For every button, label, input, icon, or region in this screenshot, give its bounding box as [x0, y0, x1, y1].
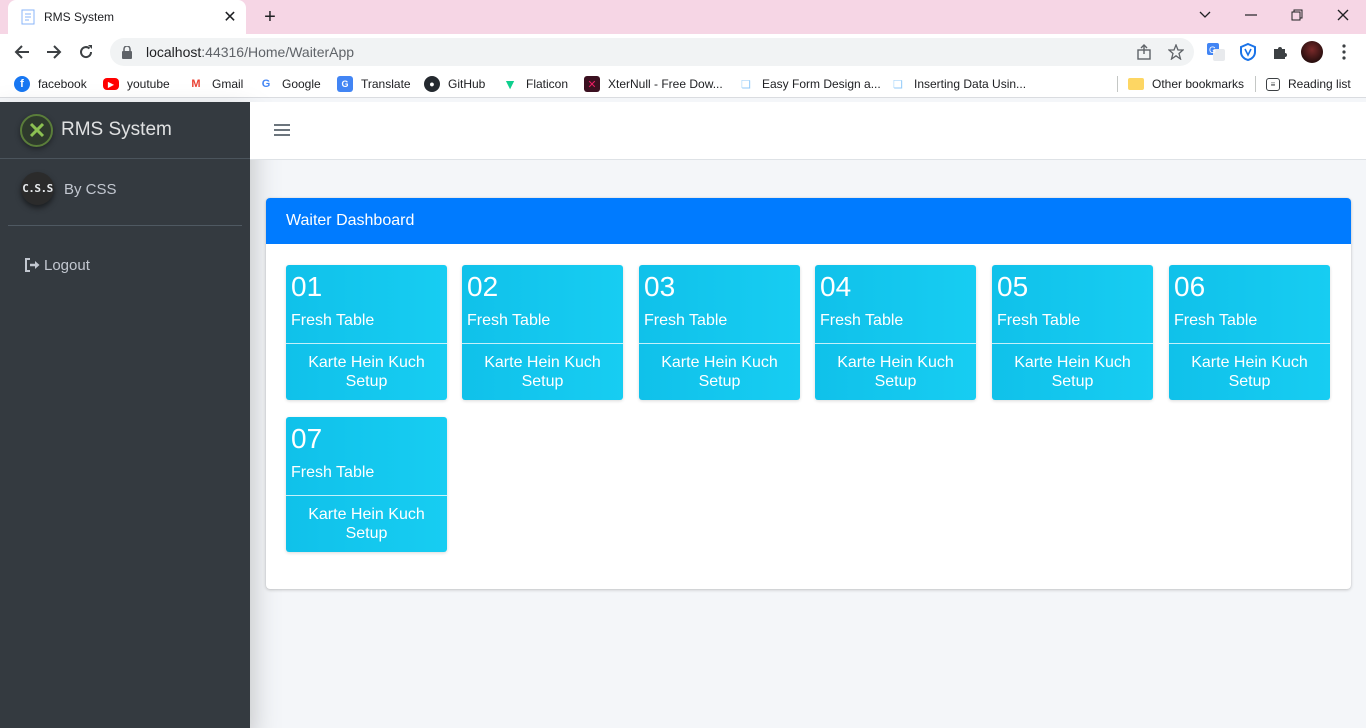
- table-tile-01[interactable]: 01 Fresh Table Karte Hein Kuch Setup: [286, 265, 447, 400]
- address-bar[interactable]: localhost:44316/Home/WaiterApp: [110, 38, 1194, 66]
- table-tile-06[interactable]: 06 Fresh Table Karte Hein Kuch Setup: [1169, 265, 1330, 400]
- table-setup-link[interactable]: Karte Hein Kuch Setup: [992, 343, 1153, 400]
- github-icon: ●: [424, 76, 440, 92]
- star-icon[interactable]: [1162, 38, 1190, 66]
- browser-tab-title: RMS System: [44, 10, 115, 24]
- page-icon: ❏: [741, 78, 751, 91]
- chevron-down-icon[interactable]: [1182, 0, 1228, 30]
- gmail-icon: M: [191, 78, 201, 90]
- avatar: C.S.S: [21, 172, 54, 205]
- user-panel: C.S.S By CSS: [8, 172, 242, 226]
- brand-link[interactable]: RMS System: [0, 102, 250, 159]
- bookmarks-bar: f facebook ▶ youtube M Gmail G Google G …: [0, 70, 1366, 98]
- table-number: 02: [467, 271, 499, 302]
- user-name[interactable]: By CSS: [64, 181, 117, 198]
- sidebar-item-logout[interactable]: Logout: [8, 245, 242, 285]
- bookmarks-divider: [1117, 76, 1118, 92]
- reading-list-icon: ≡: [1266, 77, 1280, 91]
- bookmark-github[interactable]: ● GitHub: [424, 74, 485, 94]
- close-window-icon[interactable]: [1320, 0, 1366, 30]
- table-tile-04[interactable]: 04 Fresh Table Karte Hein Kuch Setup: [815, 265, 976, 400]
- bookmark-gmail[interactable]: M Gmail: [188, 74, 243, 94]
- lock-icon[interactable]: [120, 45, 134, 59]
- sidebar-item-label: Logout: [44, 256, 90, 274]
- folder-icon: [1128, 78, 1144, 90]
- plus-icon[interactable]: +: [258, 5, 282, 29]
- table-number: 01: [291, 271, 323, 302]
- table-status: Fresh Table: [291, 312, 375, 329]
- browser-tab-strip: RMS System ✕ +: [0, 0, 1366, 34]
- browser-toolbar: localhost:44316/Home/WaiterApp G: [0, 34, 1366, 70]
- hamburger-menu-icon[interactable]: [272, 120, 292, 140]
- table-number: 05: [997, 271, 1029, 302]
- table-tile-03[interactable]: 03 Fresh Table Karte Hein Kuch Setup: [639, 265, 800, 400]
- table-setup-link[interactable]: Karte Hein Kuch Setup: [286, 495, 447, 552]
- table-tile-02[interactable]: 02 Fresh Table Karte Hein Kuch Setup: [462, 265, 623, 400]
- top-navbar: [250, 102, 1366, 160]
- facebook-icon: f: [14, 76, 30, 92]
- bookmark-google[interactable]: G Google: [258, 74, 321, 94]
- bookmark-easy-form[interactable]: ❏ Easy Form Design a...: [738, 74, 881, 94]
- svg-text:G: G: [1209, 45, 1216, 55]
- card-title: Waiter Dashboard: [266, 198, 1351, 244]
- table-number: 07: [291, 423, 323, 454]
- browser-tab[interactable]: RMS System ✕: [8, 0, 246, 34]
- more-menu-icon[interactable]: [1332, 40, 1356, 64]
- puzzle-icon[interactable]: [1268, 40, 1292, 64]
- table-status: Fresh Table: [820, 312, 904, 329]
- profile-avatar[interactable]: [1300, 40, 1324, 64]
- sign-out-icon: [24, 258, 40, 272]
- reading-list[interactable]: ≡ Reading list: [1266, 74, 1351, 94]
- table-number: 06: [1174, 271, 1206, 302]
- table-status: Fresh Table: [291, 464, 375, 481]
- table-setup-link[interactable]: Karte Hein Kuch Setup: [286, 343, 447, 400]
- bookmark-inserting-data[interactable]: ❏ Inserting Data Usin...: [890, 74, 1026, 94]
- brand-text: RMS System: [61, 119, 172, 140]
- bookmark-youtube[interactable]: ▶ youtube: [103, 74, 170, 94]
- table-setup-link[interactable]: Karte Hein Kuch Setup: [639, 343, 800, 400]
- flaticon-icon: ▼: [503, 76, 517, 92]
- url-text: localhost:44316/Home/WaiterApp: [146, 44, 355, 60]
- page-icon: ❏: [893, 78, 903, 91]
- xternull-icon: ✕: [584, 76, 600, 92]
- table-number: 04: [820, 271, 852, 302]
- reload-icon[interactable]: [72, 38, 100, 66]
- table-tile-05[interactable]: 05 Fresh Table Karte Hein Kuch Setup: [992, 265, 1153, 400]
- bookmark-translate[interactable]: G Translate: [337, 74, 411, 94]
- back-arrow-icon[interactable]: [8, 38, 36, 66]
- youtube-icon: ▶: [103, 78, 119, 90]
- bookmark-facebook[interactable]: f facebook: [14, 74, 87, 94]
- translate-icon: G: [337, 76, 353, 92]
- google-icon: G: [261, 78, 271, 90]
- table-number: 03: [644, 271, 676, 302]
- table-setup-link[interactable]: Karte Hein Kuch Setup: [1169, 343, 1330, 400]
- table-status: Fresh Table: [1174, 312, 1258, 329]
- forward-arrow-icon[interactable]: [40, 38, 68, 66]
- bookmark-flaticon[interactable]: ▼ Flaticon: [502, 74, 568, 94]
- table-status: Fresh Table: [644, 312, 728, 329]
- sidebar: RMS System C.S.S By CSS Logout: [0, 102, 250, 728]
- bookmarks-divider: [1255, 76, 1256, 92]
- table-setup-link[interactable]: Karte Hein Kuch Setup: [815, 343, 976, 400]
- table-tile-07[interactable]: 07 Fresh Table Karte Hein Kuch Setup: [286, 417, 447, 552]
- other-bookmarks[interactable]: Other bookmarks: [1128, 74, 1244, 94]
- table-setup-link[interactable]: Karte Hein Kuch Setup: [462, 343, 623, 400]
- bookmark-xternull[interactable]: ✕ XterNull - Free Dow...: [584, 74, 723, 94]
- brand-logo-icon: [20, 113, 53, 147]
- table-status: Fresh Table: [997, 312, 1081, 329]
- share-icon[interactable]: [1130, 38, 1158, 66]
- restore-icon[interactable]: [1274, 0, 1320, 30]
- minimize-icon[interactable]: [1228, 0, 1274, 30]
- table-status: Fresh Table: [467, 312, 551, 329]
- page-icon: [20, 9, 36, 25]
- translate-extension-icon[interactable]: G: [1204, 40, 1228, 64]
- shield-icon[interactable]: [1236, 40, 1260, 64]
- close-icon[interactable]: ✕: [220, 7, 240, 27]
